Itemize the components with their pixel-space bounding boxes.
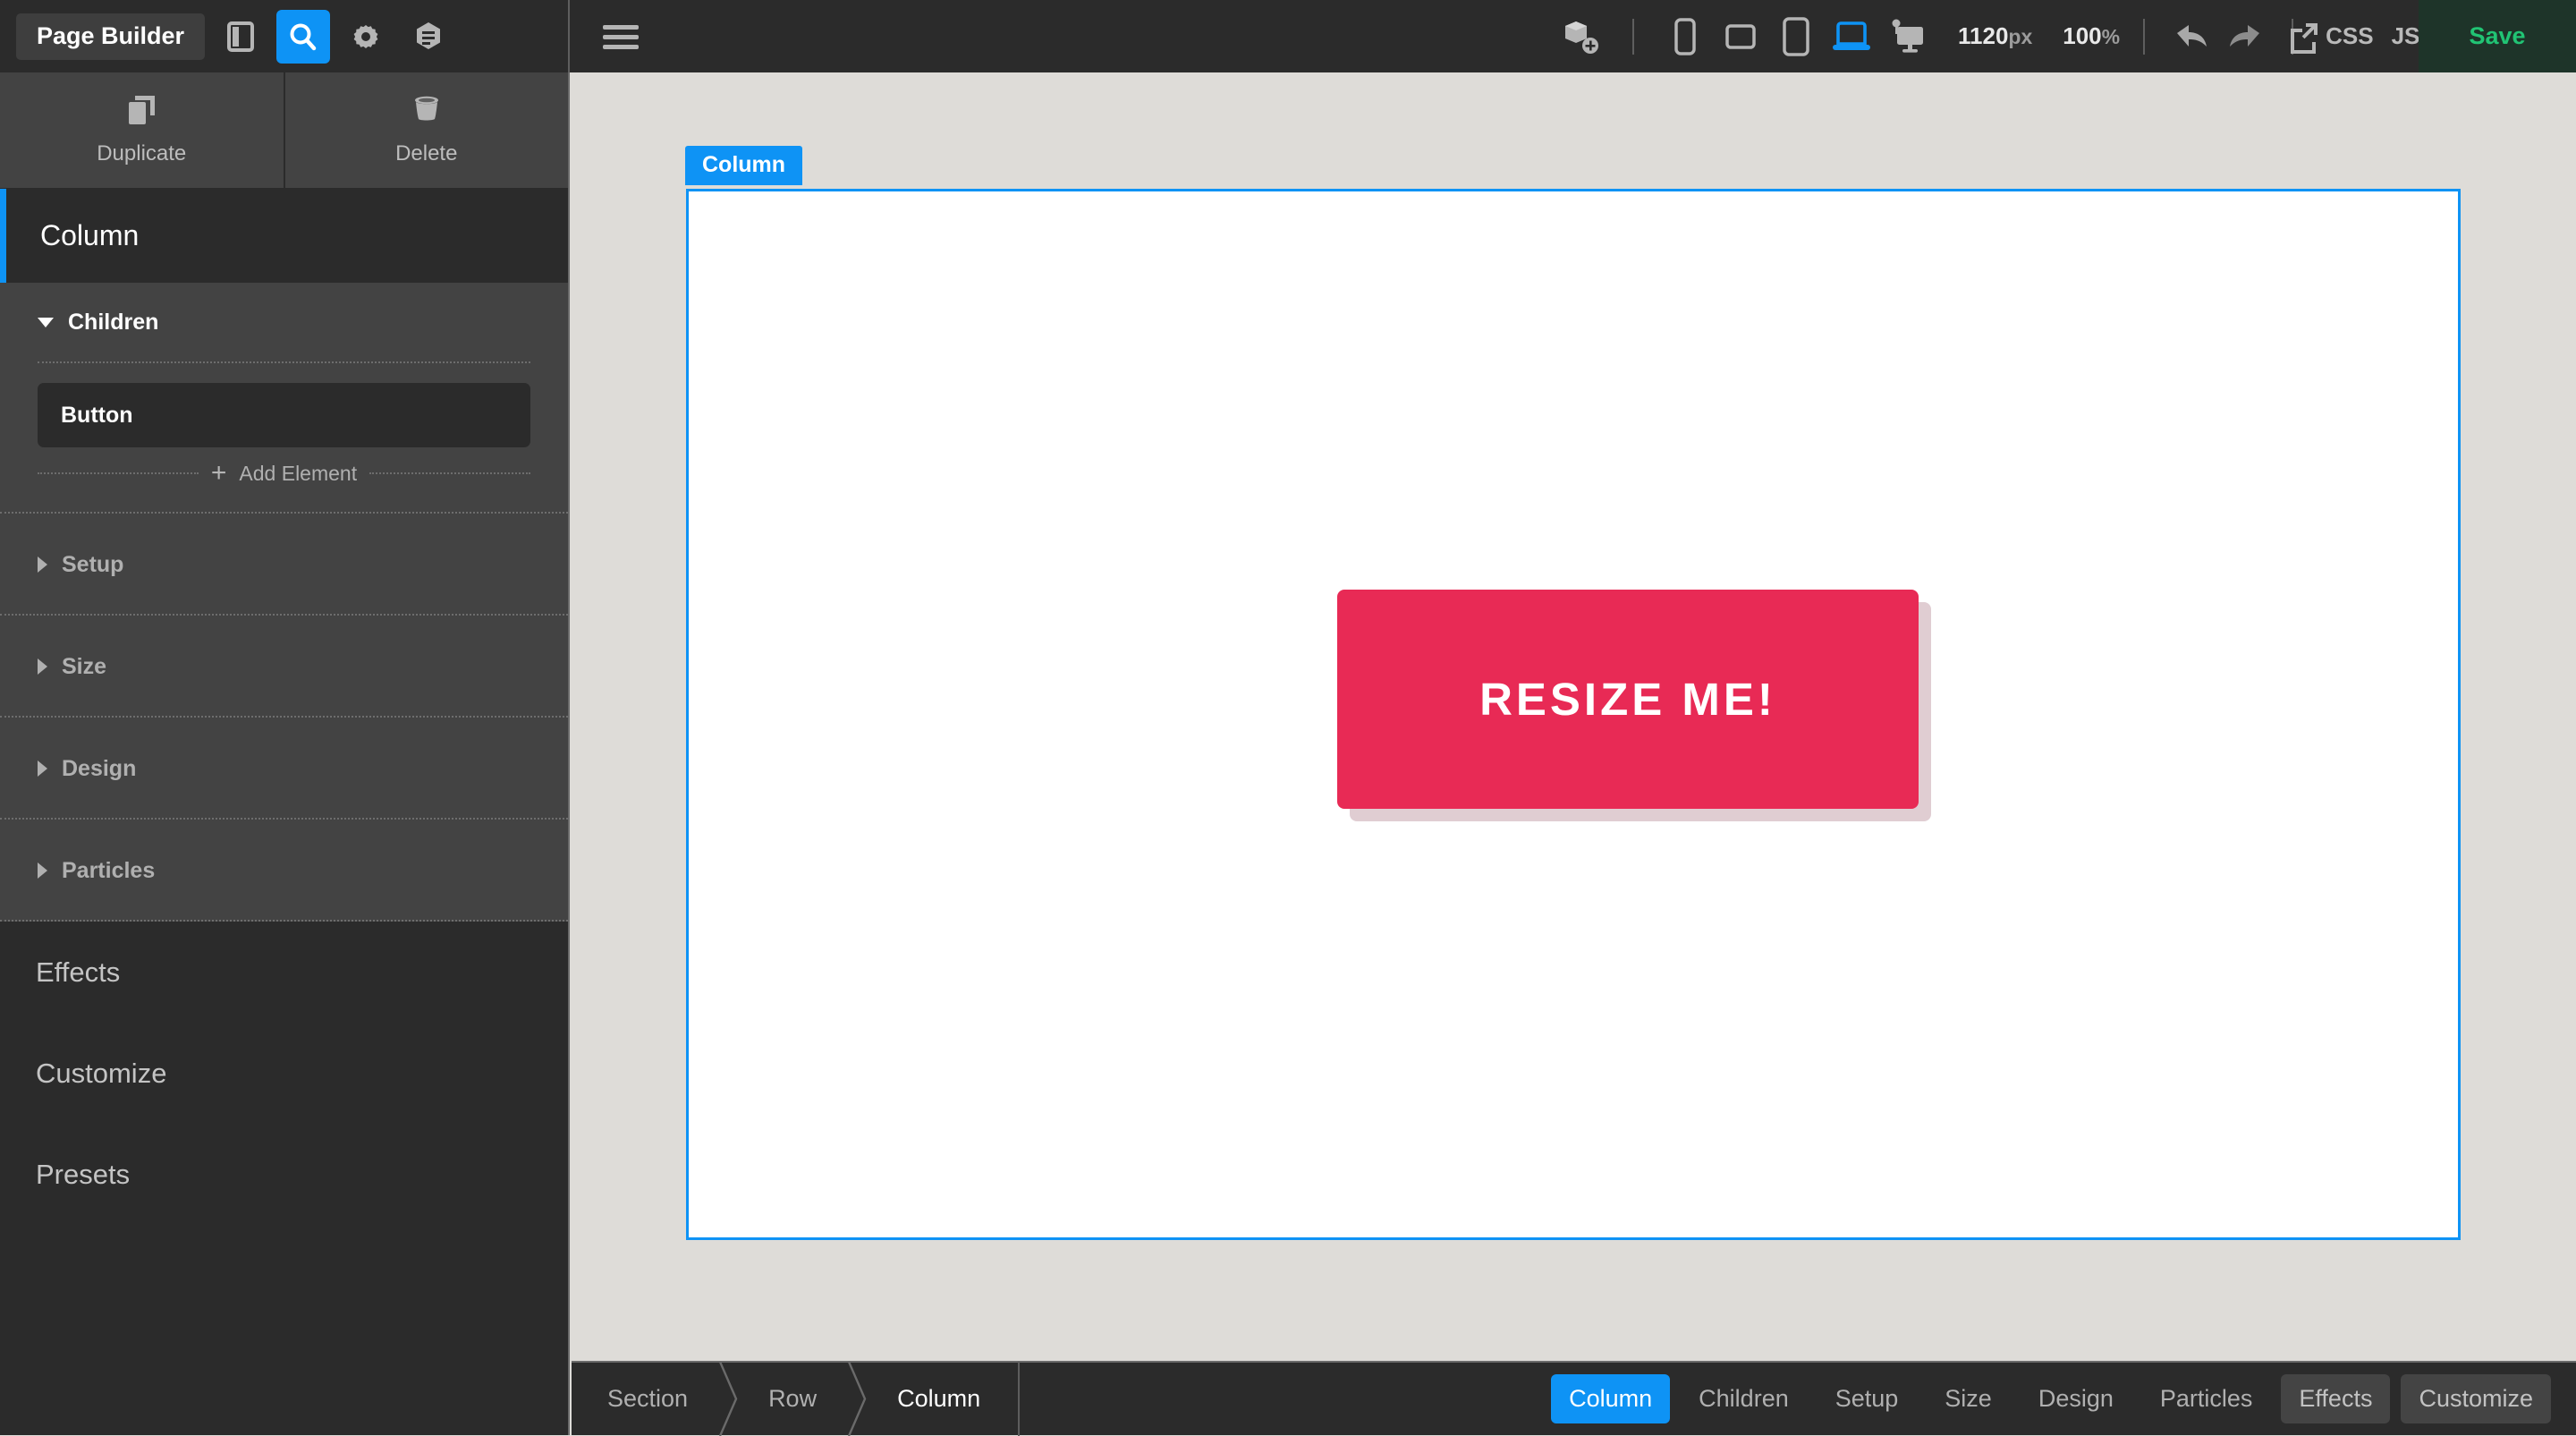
panel-toggle-icon[interactable]: [214, 10, 267, 64]
breadcrumb-item-row[interactable]: Row: [743, 1362, 842, 1436]
tab-customize[interactable]: Customize: [2401, 1374, 2551, 1423]
trash-icon: [411, 94, 443, 131]
top-toolbar: Page Builder: [0, 0, 2576, 72]
breadcrumb-divider: [1018, 1362, 1020, 1436]
canvas-area: Column RESIZE ME!: [572, 72, 2576, 1359]
sidebar-item-effects[interactable]: Effects: [0, 922, 568, 1023]
viewport-width-unit: px: [2008, 25, 2032, 48]
element-actions-bar: Duplicate Delete: [0, 72, 568, 189]
top-toolbar-left-group: Page Builder: [0, 0, 570, 72]
accordion-header-particles[interactable]: Particles: [0, 820, 568, 922]
accordion-label-size: Size: [62, 654, 106, 680]
search-icon[interactable]: [276, 10, 330, 64]
accordion-label-particles: Particles: [62, 858, 155, 884]
accordion-header-size[interactable]: Size: [0, 616, 568, 718]
sidebar-item-presets[interactable]: Presets: [0, 1124, 568, 1225]
resize-button-wrapper: RESIZE ME!: [1337, 590, 1919, 809]
toolbar-divider-2: [2143, 19, 2145, 55]
bottom-tabs: Column Children Setup Size Design Partic…: [1546, 1374, 2576, 1423]
chevron-right-icon: [38, 557, 47, 573]
device-laptop-icon[interactable]: [1824, 5, 1879, 68]
add-element-dash-right: [369, 472, 530, 474]
breadcrumb-item-section[interactable]: Section: [572, 1362, 713, 1436]
sidebar-secondary-menu: Effects Customize Presets: [0, 922, 568, 1225]
children-divider: [38, 361, 530, 363]
toolbar-divider-1: [1632, 19, 1634, 55]
accordion-header-design[interactable]: Design: [0, 718, 568, 820]
tab-setup[interactable]: Setup: [1818, 1374, 1917, 1423]
viewport-width-label: 1120px: [1958, 22, 2032, 50]
add-element-button[interactable]: + Add Element: [38, 460, 530, 487]
add-element-dash-left: [38, 472, 199, 474]
top-toolbar-right-group: 1120px 100% CSS JS Save: [570, 0, 2576, 72]
device-mobile-portrait-icon[interactable]: [1657, 5, 1713, 68]
duplicate-label: Duplicate: [97, 141, 186, 166]
tab-design[interactable]: Design: [2021, 1374, 2131, 1423]
accordion-section-size: Size: [0, 616, 568, 718]
list-item[interactable]: Button: [38, 383, 530, 447]
tab-size[interactable]: Size: [1927, 1374, 2010, 1423]
zoom-level-unit: %: [2102, 25, 2120, 48]
accordion-label-design: Design: [62, 756, 136, 782]
device-desktop-icon[interactable]: [1879, 5, 1935, 68]
chevron-right-icon: [38, 760, 47, 777]
device-tablet-icon[interactable]: [1768, 5, 1824, 68]
chevron-down-icon: [38, 318, 54, 327]
tab-children[interactable]: Children: [1681, 1374, 1807, 1423]
zoom-level-value: 100: [2063, 22, 2101, 49]
chevron-right-icon: [38, 659, 47, 675]
chevron-right-icon: [713, 1362, 743, 1436]
column-selection-tag[interactable]: Column: [685, 146, 802, 185]
breadcrumb: Section Row Column: [572, 1362, 1020, 1436]
accordion-section-particles: Particles: [0, 820, 568, 922]
sidebar-item-customize[interactable]: Customize: [0, 1023, 568, 1124]
left-sidebar: Duplicate Delete Column Children Button …: [0, 72, 570, 1435]
gear-icon[interactable]: [339, 10, 393, 64]
plus-icon: +: [211, 460, 227, 487]
layers-icon[interactable]: [402, 10, 455, 64]
tab-column[interactable]: Column: [1551, 1374, 1670, 1423]
chevron-right-icon: [38, 862, 47, 879]
chevron-right-icon: [842, 1362, 872, 1436]
open-external-icon[interactable]: [2268, 0, 2340, 72]
undo-arrow-icon[interactable]: [2168, 12, 2218, 62]
accordion-section-design: Design: [0, 718, 568, 820]
duplicate-button[interactable]: Duplicate: [0, 72, 284, 188]
delete-button[interactable]: Delete: [284, 72, 569, 188]
breadcrumb-item-column[interactable]: Column: [872, 1362, 1005, 1436]
accordion-section-children: Children Button + Add Element: [0, 283, 568, 514]
accordion-header-children[interactable]: Children: [0, 283, 568, 361]
page-builder-button[interactable]: Page Builder: [16, 13, 205, 60]
accordion-header-setup[interactable]: Setup: [0, 514, 568, 616]
add-module-icon[interactable]: [1554, 5, 1609, 68]
redo-arrow-icon[interactable]: [2218, 12, 2268, 62]
add-element-label: Add Element: [239, 462, 357, 486]
device-mobile-landscape-icon[interactable]: [1713, 5, 1768, 68]
viewport-width-value: 1120: [1958, 22, 2008, 49]
hamburger-menu-icon[interactable]: [601, 22, 640, 51]
tab-particles[interactable]: Particles: [2142, 1374, 2271, 1423]
delete-label: Delete: [395, 141, 457, 166]
tab-effects[interactable]: Effects: [2281, 1374, 2390, 1423]
column-element[interactable]: RESIZE ME!: [686, 189, 2461, 1240]
resize-me-button[interactable]: RESIZE ME!: [1337, 590, 1919, 809]
accordion-label-setup: Setup: [62, 552, 123, 578]
children-list: Button + Add Element: [0, 361, 568, 512]
duplicate-icon: [126, 94, 157, 131]
settings-accordion: Children Button + Add Element Setup: [0, 283, 568, 922]
accordion-label-children: Children: [68, 310, 158, 336]
bottom-bar: Section Row Column Column Children Setup…: [572, 1361, 2576, 1435]
accordion-section-setup: Setup: [0, 514, 568, 616]
zoom-level-label: 100%: [2063, 22, 2120, 50]
page-title: Column: [0, 189, 568, 283]
save-button[interactable]: Save: [2419, 0, 2576, 72]
